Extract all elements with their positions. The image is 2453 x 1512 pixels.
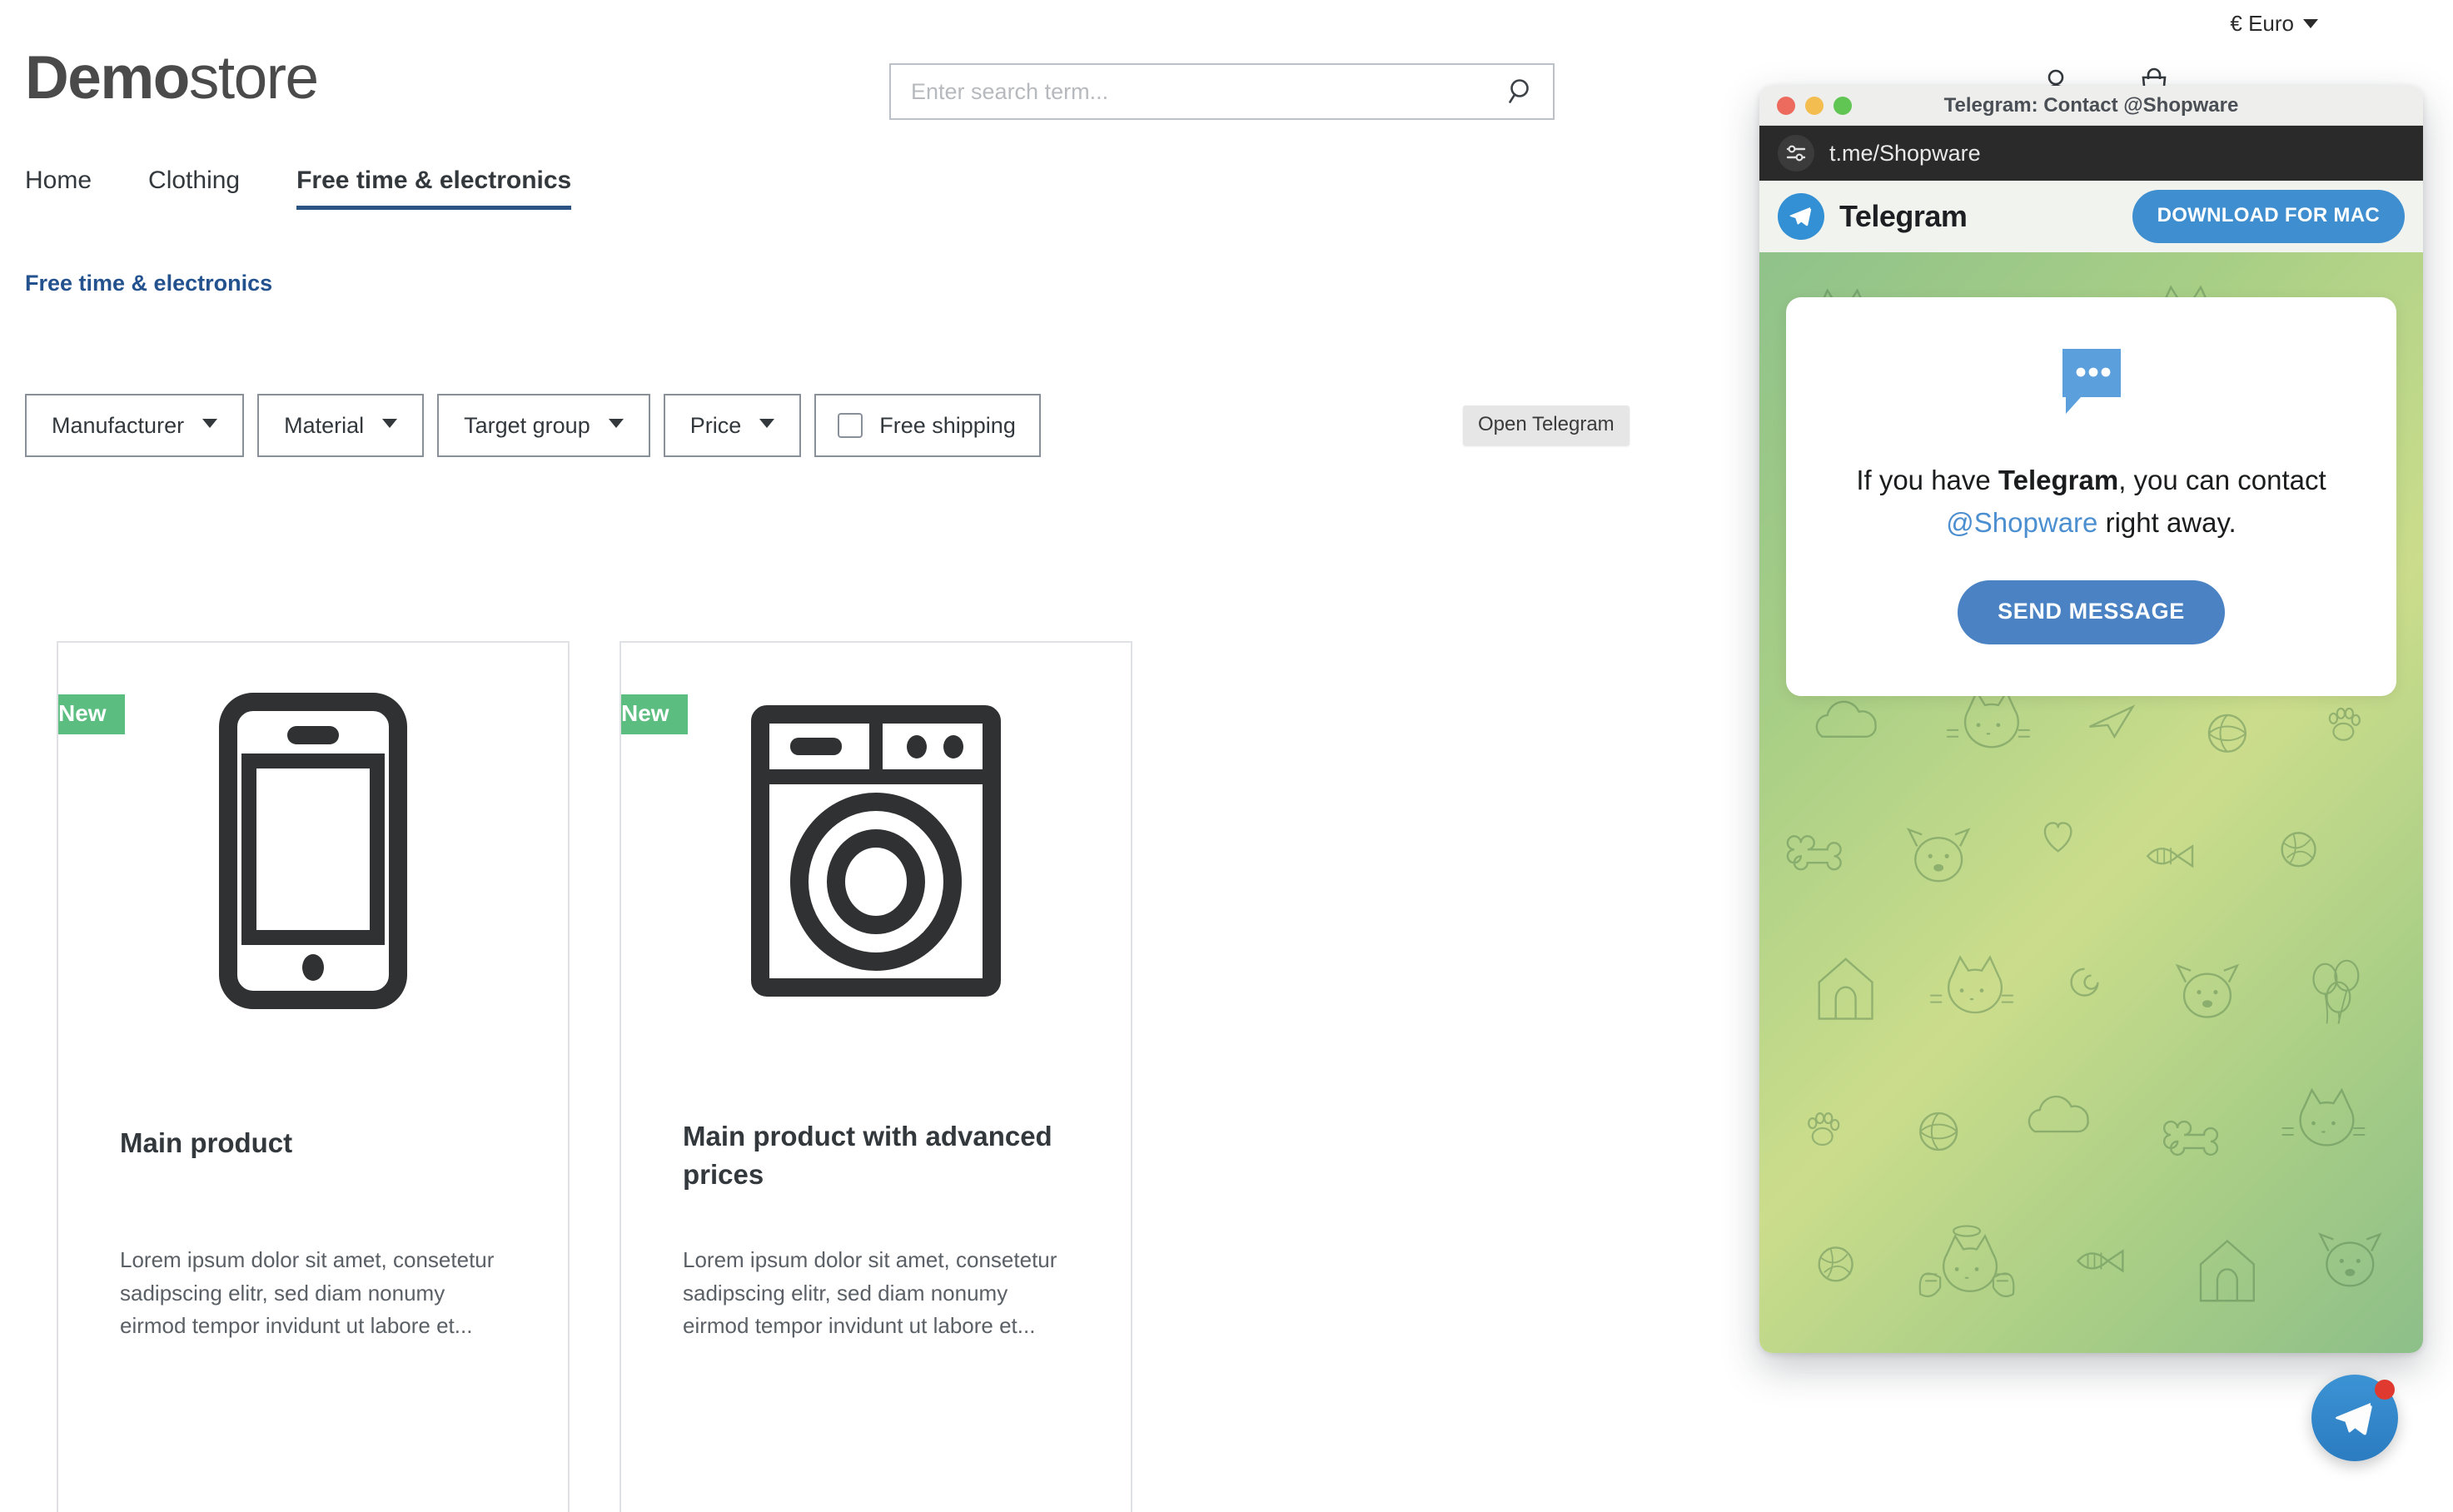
product-card[interactable]: New Main product with advanced prices Lo… (619, 641, 1132, 1512)
washing-machine-icon (751, 705, 1001, 997)
search-icon (1509, 79, 1529, 103)
status-badge: New (621, 694, 688, 734)
filter-label: Free shipping (879, 412, 1016, 438)
free-shipping-checkbox[interactable] (838, 413, 863, 438)
search-submit-button[interactable] (1488, 65, 1553, 118)
window-title: Telegram: Contact @Shopware (1943, 93, 2239, 117)
maximize-button[interactable] (1834, 96, 1852, 115)
product-image (621, 676, 1131, 1026)
text-after: right away. (2097, 507, 2237, 539)
chevron-down-icon (759, 418, 775, 428)
site-logo[interactable]: Demostore (25, 47, 319, 108)
sliders-icon[interactable] (1778, 135, 1814, 172)
url-text: t.me/Shopware (1829, 140, 1981, 166)
floating-telegram-button[interactable] (2311, 1375, 2398, 1461)
filter-bar: Manufacturer Material Target group Price… (25, 394, 1041, 457)
chevron-down-icon (2303, 18, 2318, 28)
minimize-button[interactable] (1805, 96, 1824, 115)
page-root: € Euro Demostore Enter search term... Ho… (0, 0, 2453, 1512)
product-grid: New Main product Lorem ipsum dolor sit a… (57, 641, 1132, 1512)
currency-selector[interactable]: € Euro (2230, 12, 2318, 34)
download-for-mac-button[interactable]: DOWNLOAD FOR MAC (2132, 190, 2405, 243)
filter-material[interactable]: Material (257, 394, 425, 457)
telegram-app-name: Telegram (1839, 199, 1968, 233)
product-title[interactable]: Main product with advanced prices (683, 1117, 1069, 1194)
filter-label: Manufacturer (52, 412, 185, 438)
brand-bold: Demo (25, 44, 190, 112)
chevron-down-icon (608, 418, 624, 428)
window-title-bar: Telegram: Contact @Shopware (1759, 86, 2423, 126)
open-telegram-tooltip[interactable]: Open Telegram (1463, 405, 1630, 445)
product-description: Lorem ipsum dolor sit amet, consetetur s… (120, 1247, 495, 1339)
nav-item-free-time-electronics[interactable]: Free time & electronics (296, 167, 572, 210)
main-navigation: Home Clothing Free time & electronics (25, 167, 628, 210)
nav-item-clothing[interactable]: Clothing (148, 167, 240, 210)
text-before: If you have (1856, 465, 1998, 495)
filter-label: Price (689, 412, 742, 438)
search-input[interactable] (891, 65, 1488, 118)
product-image (58, 676, 568, 1026)
telegram-page-body: If you have Telegram, you can contact @S… (1759, 252, 2423, 1353)
filter-label: Material (284, 412, 365, 438)
breadcrumb[interactable]: Free time & electronics (25, 271, 272, 296)
currency-label: € Euro (2230, 11, 2294, 36)
telegram-contact-card: If you have Telegram, you can contact @S… (1786, 297, 2396, 697)
status-badge: New (58, 694, 125, 734)
product-title[interactable]: Main product (120, 1124, 506, 1162)
text-middle: , you can contact (2118, 465, 2326, 495)
filter-price[interactable]: Price (663, 394, 802, 457)
telegram-contact-text: If you have Telegram, you can contact @S… (1824, 459, 2358, 544)
telegram-app-bar: Telegram DOWNLOAD FOR MAC (1759, 181, 2423, 252)
send-message-button[interactable]: SEND MESSAGE (1958, 580, 2225, 645)
product-card[interactable]: New Main product Lorem ipsum dolor sit a… (57, 641, 570, 1512)
brand-light: store (188, 44, 319, 112)
telegram-browser-window: Telegram: Contact @Shopware t.me/Shopwar… (1759, 86, 2423, 1353)
chevron-down-icon (382, 418, 398, 428)
shopware-handle-link[interactable]: @Shopware (1946, 507, 2097, 538)
product-description: Lorem ipsum dolor sit amet, consetetur s… (683, 1247, 1057, 1339)
filter-manufacturer[interactable]: Manufacturer (25, 394, 245, 457)
window-traffic-lights (1759, 96, 1852, 115)
telegram-logo-icon (2336, 1403, 2372, 1435)
chat-bubble-icon (1824, 344, 2358, 420)
top-utility-bar: € Euro (0, 0, 2453, 47)
filter-target-group[interactable]: Target group (437, 394, 650, 457)
text-bold: Telegram (1998, 465, 2119, 495)
nav-item-home[interactable]: Home (25, 167, 92, 210)
search-form (889, 63, 1555, 120)
browser-url-bar[interactable]: t.me/Shopware (1759, 126, 2423, 181)
filter-free-shipping[interactable]: Free shipping (814, 394, 1041, 457)
filter-label: Target group (464, 412, 590, 438)
close-button[interactable] (1777, 96, 1795, 115)
smartphone-icon (219, 693, 407, 1009)
telegram-logo-icon (1778, 193, 1824, 240)
notification-dot (2375, 1380, 2395, 1400)
chevron-down-icon (202, 418, 218, 428)
